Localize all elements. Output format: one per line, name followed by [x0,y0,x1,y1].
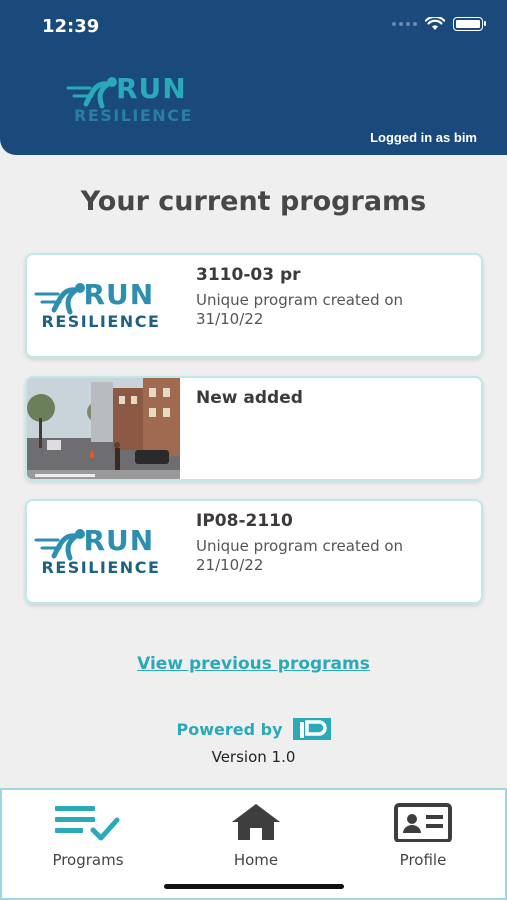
status-time: 12:39 [42,16,100,37]
program-title: 3110-03 pr [196,265,301,285]
tab-profile[interactable]: Profile [353,802,493,869]
app-header: 12:39 RUN RESILIENCE Logged in as bim [0,0,507,155]
runner-icon [66,77,117,109]
signal-icon [392,22,417,26]
status-icons [392,17,486,31]
program-title: New added [196,388,303,408]
program-card[interactable]: RUN RESILIENCE IP08-2110 Unique program … [25,499,483,604]
home-indicator [164,884,344,889]
tab-home-label: Home [233,851,279,869]
program-thumbnail-logo: RUN RESILIENCE [27,501,180,602]
program-thumbnail-logo: RUN RESILIENCE [27,255,180,356]
tab-programs[interactable]: Programs [18,802,158,869]
runner-icon [34,282,85,314]
battery-icon [453,17,486,31]
page-title: Your current programs [80,186,427,217]
street-photo [27,378,180,479]
logged-in-label: Logged in as bim [370,130,477,145]
program-subtitle: Unique program created on 21/10/22 [196,537,404,574]
header-logo: RUN RESILIENCE [66,72,206,130]
profile-card-icon [394,803,452,843]
program-thumbnail-photo [27,378,180,479]
powered-by-label: Powered by [176,719,283,739]
home-icon [232,804,280,840]
programs-list-icon [55,806,120,841]
logo-run-text: RUN [83,523,155,557]
runner-icon [34,528,85,560]
logo-run-text: RUN [116,72,187,105]
powered-by: Powered by [0,718,507,740]
program-subtitle: Unique program created on 31/10/22 [196,291,404,328]
wifi-icon [425,17,445,30]
tab-programs-label: Programs [52,851,124,869]
program-card[interactable]: New added [25,376,483,481]
program-card[interactable]: RUN RESILIENCE 3110-03 pr Unique program… [25,253,483,358]
logo-resilience-text: RESILIENCE [41,311,161,331]
logo-resilience-text: RESILIENCE [41,557,161,577]
logo-run-text: RUN [83,277,155,311]
provider-logo-icon [292,718,331,740]
view-previous-programs-link[interactable]: View previous programs [0,654,507,674]
tab-profile-label: Profile [399,851,447,869]
logo-resilience-text: RESILIENCE [74,106,193,125]
program-title: IP08-2110 [196,511,293,531]
version-label: Version 1.0 [211,748,296,766]
tab-home[interactable]: Home [186,802,326,869]
